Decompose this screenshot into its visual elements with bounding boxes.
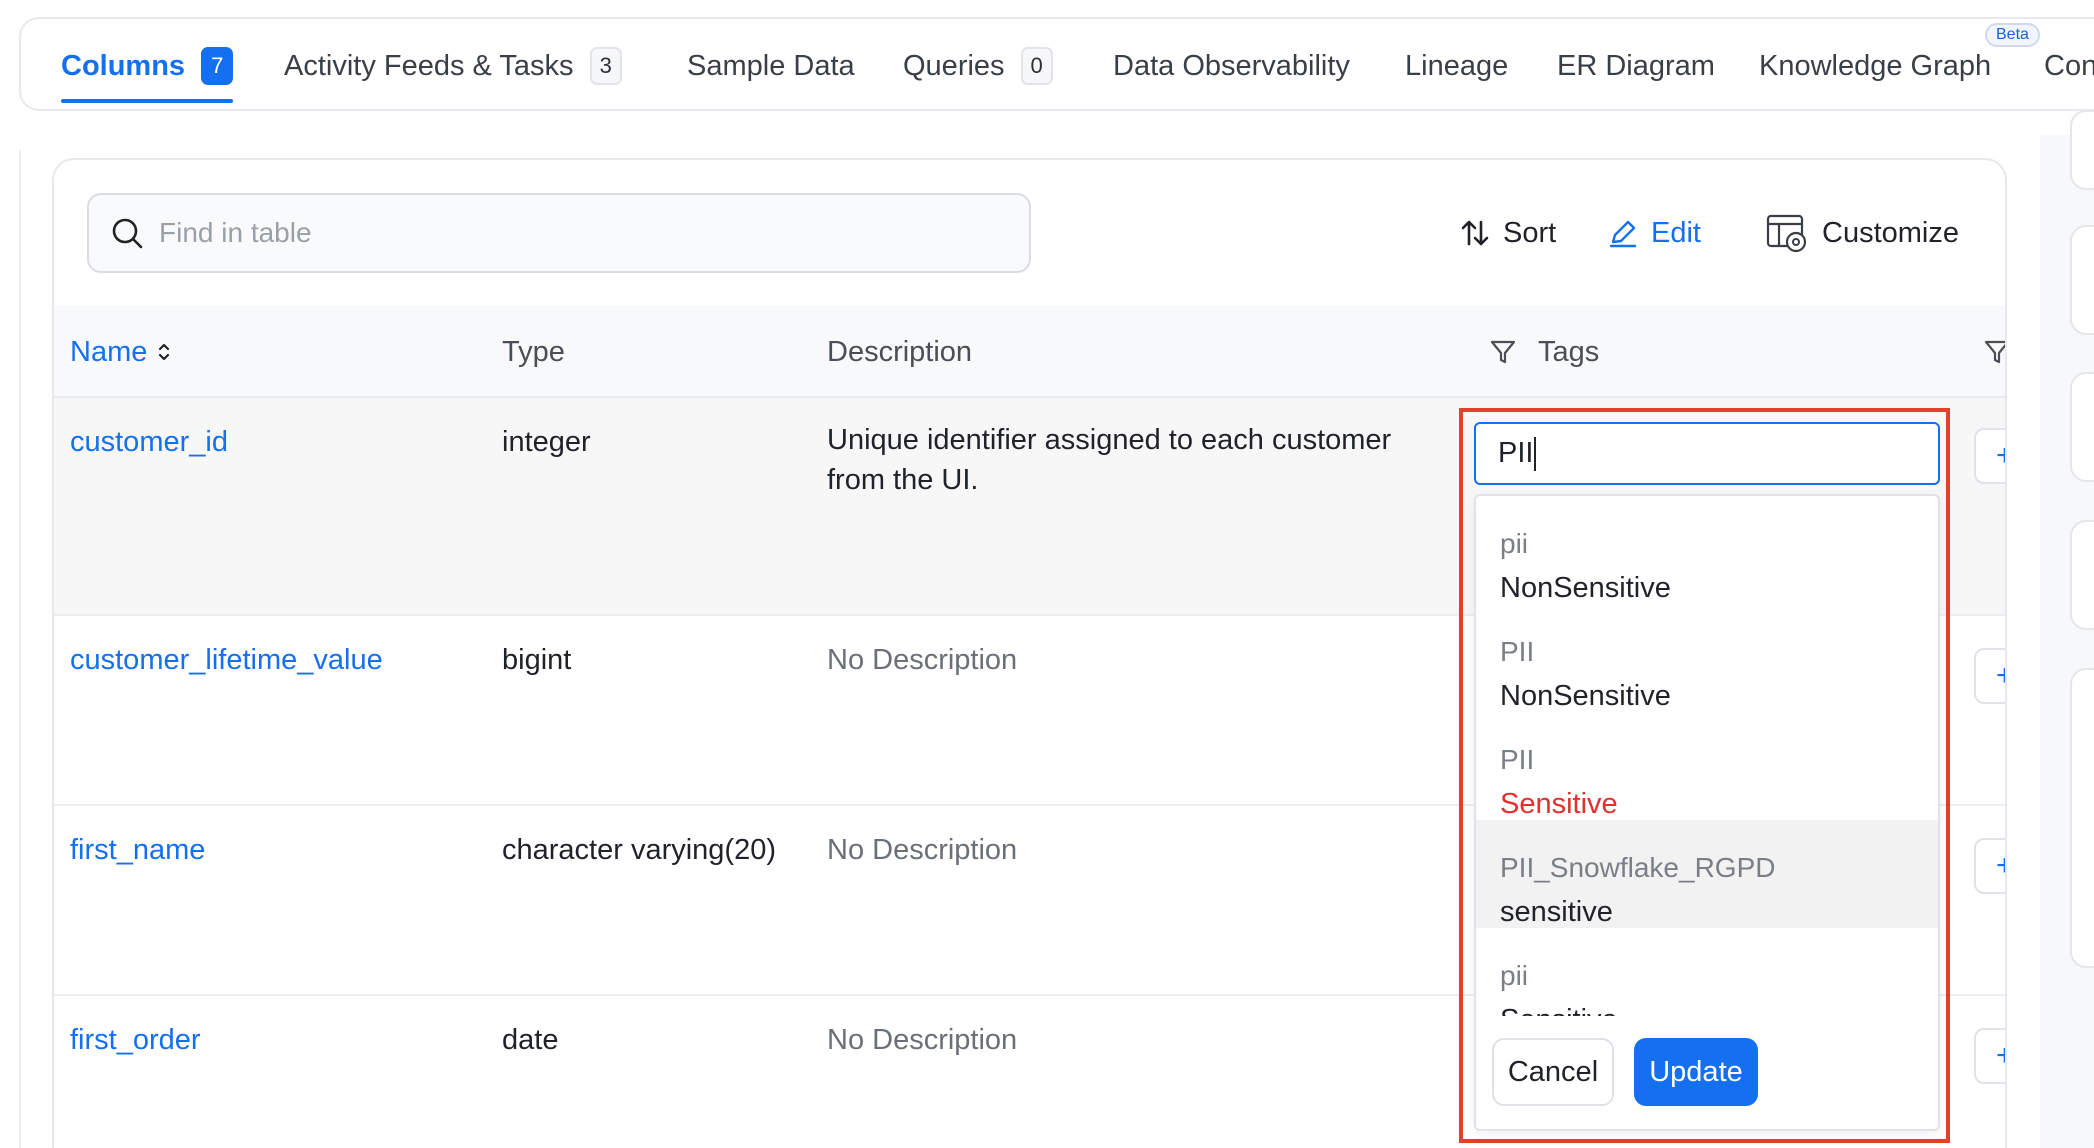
tag-editor-actions: Cancel Update <box>1476 1016 1938 1129</box>
tag-classification: PII_Snowflake_RGPD <box>1500 852 1776 883</box>
tag-name: NonSensitive <box>1500 572 1671 604</box>
tab-columns[interactable]: Columns 7 <box>61 19 234 113</box>
customize-button[interactable]: Customize <box>1766 208 1959 258</box>
column-header-description: Description <box>827 306 972 398</box>
tag-option[interactable]: PII NonSensitive <box>1476 604 1938 712</box>
page: Columns 7 Activity Feeds & Tasks 3 Sampl… <box>0 0 2094 1148</box>
sort-button[interactable]: Sort <box>1461 208 1556 258</box>
content-divider <box>19 150 21 1148</box>
add-icon: + <box>1996 1039 2005 1073</box>
tab-bar: Columns 7 Activity Feeds & Tasks 3 Sampl… <box>19 17 2094 111</box>
tab-label: Con <box>2044 49 2094 82</box>
column-type: character varying(20) <box>502 834 776 866</box>
column-description: No Description <box>827 1024 1018 1056</box>
header-label: Description <box>827 335 973 368</box>
column-name-link[interactable]: customer_id <box>70 422 228 462</box>
tag-classification: pii <box>1500 528 1529 559</box>
right-panel-card <box>2070 372 2094 482</box>
column-name-link[interactable]: customer_lifetime_value <box>70 640 383 680</box>
column-name-link[interactable]: first_order <box>70 1020 201 1060</box>
tab-count-badge: 7 <box>201 47 234 85</box>
filter-icon[interactable] <box>1984 339 2005 365</box>
sort-toggle-icon[interactable] <box>157 340 171 364</box>
column-header-glossary <box>1984 306 2005 398</box>
header-label: Tags <box>1538 335 1600 368</box>
beta-badge: Beta <box>1985 23 2040 47</box>
tab-count-badge: 3 <box>589 47 622 85</box>
tab-count-badge: 0 <box>1020 47 1053 85</box>
tab-label: Data Observability <box>1113 49 1350 82</box>
tab-con[interactable]: Con <box>2044 19 2094 113</box>
tab-sample-data[interactable]: Sample Data <box>687 19 855 113</box>
tag-name: sensitive <box>1500 896 1613 928</box>
tag-option[interactable]: PII_Snowflake_RGPD sensitive <box>1476 820 1938 928</box>
customize-table-icon <box>1766 213 1808 253</box>
add-glossary-button[interactable]: + <box>1974 838 2005 894</box>
table-search[interactable] <box>87 193 1031 273</box>
sort-label: Sort <box>1503 216 1557 249</box>
tab-label: Columns <box>61 49 186 82</box>
column-description: Unique identifier assigned to each custo… <box>827 424 1392 496</box>
column-name-link[interactable]: first_name <box>70 830 205 870</box>
update-button[interactable]: Update <box>1634 1038 1758 1106</box>
tab-er-diagram[interactable]: ER Diagram <box>1557 19 1715 113</box>
tab-label: Lineage <box>1405 49 1509 82</box>
column-header-tags: Tags <box>1490 306 1599 398</box>
column-header-name[interactable]: Name <box>70 306 171 398</box>
tab-knowledge-graph[interactable]: Knowledge Graph <box>1759 19 1991 113</box>
tab-label: Sample Data <box>687 49 855 82</box>
search-icon <box>111 217 143 249</box>
active-tab-indicator <box>61 99 234 103</box>
tab-label: ER Diagram <box>1557 49 1715 82</box>
add-glossary-button[interactable]: + <box>1974 648 2005 704</box>
table-header: Name Type Description Tags <box>54 306 2005 398</box>
tag-option[interactable]: PII Sensitive <box>1476 712 1938 820</box>
tab-label: Activity Feeds & Tasks <box>284 49 574 82</box>
text-caret <box>1534 436 1537 471</box>
tag-name: NonSensitive <box>1500 680 1671 712</box>
tab-label: Queries <box>903 49 1005 82</box>
column-header-type: Type <box>502 306 565 398</box>
column-type: bigint <box>502 644 572 676</box>
tag-options-dropdown: pii NonSensitive PII NonSensitive PII Se… <box>1474 494 1940 1131</box>
right-panel-card <box>2070 110 2094 190</box>
filter-icon[interactable] <box>1490 339 1516 365</box>
customize-label: Customize <box>1822 216 1959 249</box>
right-panel-card <box>2070 225 2094 335</box>
search-input[interactable] <box>159 217 979 249</box>
column-description: No Description <box>827 834 1018 866</box>
header-label: Name <box>70 335 148 368</box>
cancel-button[interactable]: Cancel <box>1492 1038 1614 1106</box>
column-type: date <box>502 1024 559 1056</box>
tab-activity-feeds[interactable]: Activity Feeds & Tasks 3 <box>284 19 622 113</box>
tab-queries[interactable]: Queries 0 <box>903 19 1053 113</box>
tag-classification: pii <box>1500 960 1529 991</box>
tag-search-input[interactable]: PII <box>1474 422 1940 485</box>
column-type: integer <box>502 426 591 458</box>
header-label: Type <box>502 335 565 368</box>
right-panel-card <box>2070 520 2094 630</box>
tag-classification: PII <box>1500 636 1535 667</box>
tag-classification: PII <box>1500 744 1535 775</box>
add-glossary-button[interactable]: + <box>1974 428 2005 484</box>
tab-lineage[interactable]: Lineage <box>1405 19 1508 113</box>
tag-option[interactable]: pii NonSensitive <box>1476 496 1938 604</box>
add-icon: + <box>1996 439 2005 473</box>
column-description: No Description <box>827 644 1018 676</box>
tab-data-observability[interactable]: Data Observability <box>1113 19 1350 113</box>
add-icon: + <box>1996 659 2005 693</box>
tag-name: Sensitive <box>1500 788 1618 820</box>
right-panel-card <box>2070 668 2094 968</box>
add-icon: + <box>1996 849 2005 883</box>
tab-label: Knowledge Graph <box>1759 49 1992 82</box>
tag-input-value: PII <box>1498 437 1534 469</box>
edit-label: Edit <box>1651 216 1701 249</box>
add-glossary-button[interactable]: + <box>1974 1028 2005 1084</box>
sort-icon <box>1461 218 1489 248</box>
edit-pencil-icon <box>1609 218 1637 248</box>
edit-button[interactable]: Edit <box>1609 208 1701 258</box>
